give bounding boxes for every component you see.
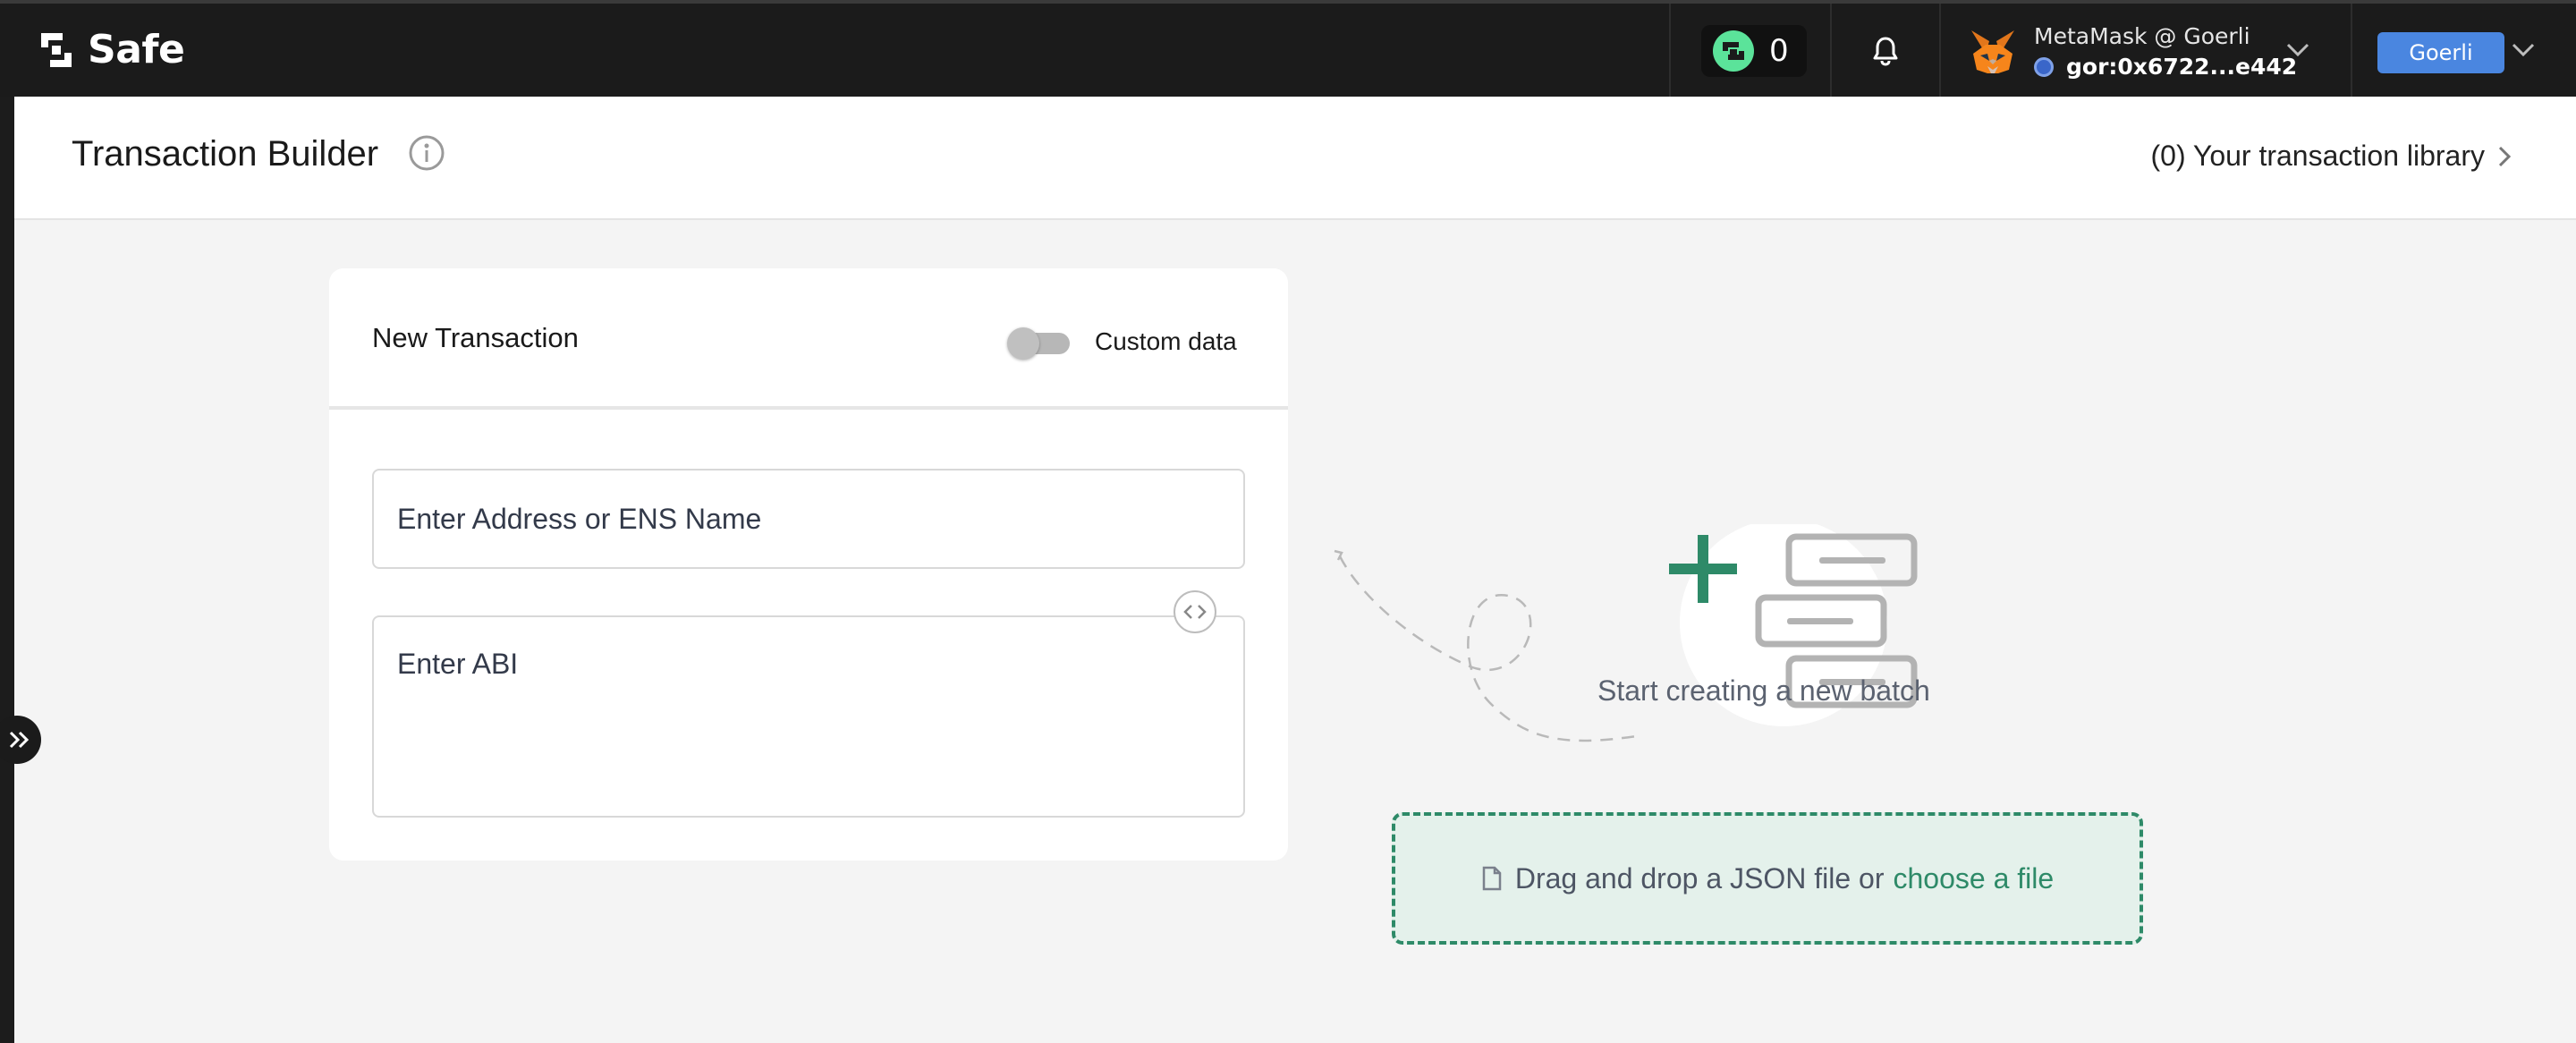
choose-file-link[interactable]: choose a file <box>1893 862 2054 895</box>
new-transaction-card: New Transaction Custom data Enter Addres… <box>329 268 1288 861</box>
file-icon <box>1482 866 1502 891</box>
card-title: New Transaction <box>372 322 579 353</box>
double-chevron-right-icon <box>9 731 30 749</box>
metamask-fox-icon <box>1971 30 2014 73</box>
batch-illustration <box>1334 524 1918 742</box>
network-selector-button[interactable]: Goerli <box>2377 32 2504 73</box>
safe-logo[interactable]: Safe <box>36 27 185 72</box>
library-link-label: (0) Your transaction library <box>2150 140 2485 172</box>
wallet-name: MetaMask @ Goerli <box>2034 23 2250 49</box>
json-dropzone[interactable]: Drag and drop a JSON file or choose a fi… <box>1392 812 2143 945</box>
wallet-address: gor:0x6722...e442 <box>2034 54 2297 80</box>
toggle-knob <box>1007 327 1039 360</box>
custom-data-toggle[interactable] <box>1007 327 1072 360</box>
page-title: Transaction Builder <box>72 134 379 174</box>
chevron-down-icon[interactable] <box>2512 43 2535 57</box>
pending-transactions-button[interactable]: 0 <box>1701 25 1807 77</box>
bell-icon <box>1873 37 1898 66</box>
notifications-button[interactable] <box>1871 36 1900 70</box>
divider <box>2351 4 2352 97</box>
chevron-right-icon <box>2498 146 2512 166</box>
address-input[interactable]: Enter Address or ENS Name <box>372 469 1245 569</box>
main-content: New Transaction Custom data Enter Addres… <box>14 220 2576 1043</box>
divider <box>1830 4 1832 97</box>
empty-batch-text: Start creating a new batch <box>1597 674 1930 707</box>
transaction-library-link[interactable]: (0) Your transaction library <box>2150 140 2512 173</box>
brand-name: Safe <box>88 27 185 72</box>
pending-count: 0 <box>1769 33 1789 69</box>
custom-data-label: Custom data <box>1095 327 1237 355</box>
code-icon <box>1183 605 1207 619</box>
divider <box>1669 4 1671 97</box>
divider <box>1939 4 1941 97</box>
left-sidebar-strip <box>0 97 14 1043</box>
top-bar: Safe 0 MetaMask @ Goerli gor:0x6722...e4… <box>0 0 2576 97</box>
chevron-down-icon <box>2286 43 2309 57</box>
page-header: Transaction Builder (0) Your transaction… <box>14 97 2576 220</box>
pending-tx-icon <box>1713 30 1754 72</box>
address-identicon <box>2034 56 2054 77</box>
abi-textarea[interactable]: Enter ABI <box>372 615 1245 818</box>
abi-code-button[interactable] <box>1174 590 1216 633</box>
card-header: New Transaction Custom data <box>329 268 1288 410</box>
dropzone-text: Drag and drop a JSON file or <box>1514 861 1885 895</box>
info-icon[interactable] <box>408 134 445 172</box>
safe-logo-icon <box>41 32 72 67</box>
abi-placeholder: Enter ABI <box>397 648 519 680</box>
wallet-address-text: gor:0x6722...e442 <box>2066 54 2298 80</box>
address-placeholder: Enter Address or ENS Name <box>397 503 762 535</box>
